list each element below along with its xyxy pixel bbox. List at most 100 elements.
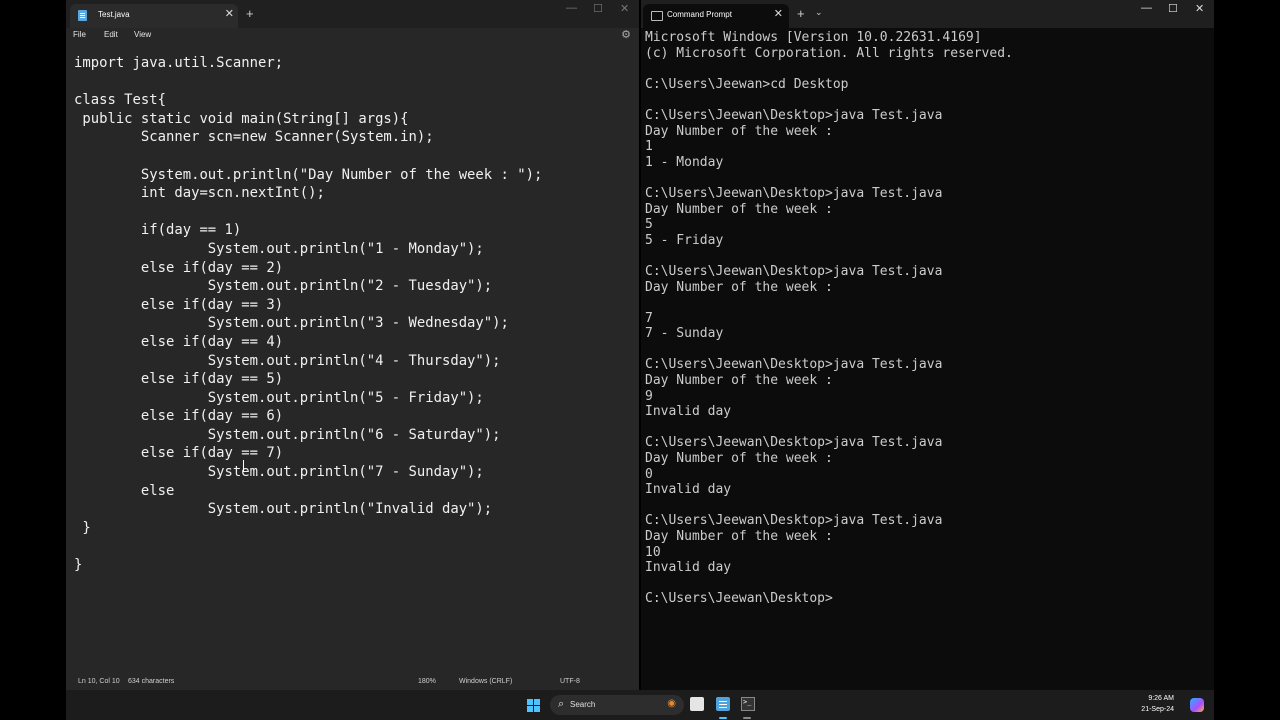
notepad-statusbar: Ln 10, Col 10 634 characters 180% Window… [66, 674, 639, 690]
encoding[interactable]: UTF-8 [560, 678, 580, 685]
close-tab-icon[interactable]: ✕ [225, 7, 234, 20]
code-line: else if(day == 2) [74, 259, 284, 276]
clock-date[interactable]: 21-Sep-24 [1132, 706, 1174, 713]
notepad-tab[interactable]: Test.java ✕ [70, 4, 238, 28]
running-indicator [743, 717, 751, 719]
search-label: Search [570, 700, 596, 709]
code-line: else if(day == 7) [74, 445, 284, 462]
copilot-icon[interactable] [1190, 698, 1204, 712]
code-line: else if(day == 5) [74, 371, 284, 388]
terminal-line: 1 - Monday [645, 154, 724, 170]
active-indicator [719, 717, 727, 719]
terminal-line: C:\Users\Jeewan\Desktop>java Test.java [645, 513, 943, 529]
code-line: System.out.println("3 - Wednesday"); [74, 315, 509, 332]
terminal-window: Command Prompt ✕ + ⌄ — ☐ ✕ Microsoft Win… [641, 0, 1214, 690]
minimize-button[interactable]: — [1141, 2, 1152, 14]
search-highlight-icon: ◉ [667, 698, 676, 709]
terminal-line: C:\Users\Jeewan\Desktop>java Test.java [645, 185, 943, 201]
notepad-window: Test.java ✕ + — ☐ ✕ File Edit View ⚙ imp… [66, 0, 639, 690]
code-line: System.out.println("7 - Sunday"); [74, 464, 484, 481]
code-line: System.out.println("6 - Saturday"); [74, 426, 501, 443]
terminal-line: C:\Users\Jeewan\Desktop>java Test.java [645, 435, 943, 451]
code-line: System.out.println("Invalid day"); [74, 501, 493, 518]
terminal-line: C:\Users\Jeewan\Desktop>java Test.java [645, 263, 943, 279]
code-line: public static void main(String[] args){ [74, 110, 409, 127]
terminal-line: Day Number of the week : [645, 279, 833, 295]
code-line: System.out.println("4 - Thursday"); [74, 352, 501, 369]
windows-start-icon[interactable] [527, 699, 540, 712]
close-window-button[interactable]: ✕ [620, 2, 629, 15]
file-explorer-icon[interactable] [690, 697, 704, 711]
terminal-line: C:\Users\Jeewan\Desktop>java Test.java [645, 357, 943, 373]
terminal-tab-title: Command Prompt [667, 10, 732, 19]
code-line: import java.util.Scanner; [74, 55, 284, 71]
notepad-icon [78, 10, 87, 21]
menu-view[interactable]: View [134, 30, 151, 39]
terminal-line: C:\Users\Jeewan\Desktop> [645, 591, 833, 607]
terminal-icon [651, 11, 663, 21]
terminal-line: 10 [645, 544, 661, 560]
terminal-line: 5 - Friday [645, 232, 724, 248]
code-line: else if(day == 4) [74, 333, 284, 350]
menu-edit[interactable]: Edit [104, 30, 118, 39]
terminal-line: Invalid day [645, 482, 732, 498]
terminal-line: Microsoft Windows [Version 10.0.22631.41… [645, 30, 982, 45]
taskbar-search-box[interactable]: ⌕ Search ◉ [550, 695, 684, 715]
close-window-button[interactable]: ✕ [1195, 2, 1204, 15]
terminal-line: 5 [645, 217, 653, 233]
terminal-output[interactable]: Microsoft Windows [Version 10.0.22631.41… [645, 30, 1013, 607]
maximize-button[interactable]: ☐ [1168, 2, 1178, 15]
notepad-titlebar: Test.java ✕ + — ☐ ✕ [66, 0, 639, 28]
text-cursor-pointer [243, 460, 244, 472]
terminal-line: C:\Users\Jeewan\Desktop>java Test.java [645, 107, 943, 123]
code-line: Scanner scn=new Scanner(System.in); [74, 129, 434, 146]
new-tab-button[interactable]: + [797, 6, 805, 21]
notepad-tab-title: Test.java [98, 10, 130, 19]
code-line: System.out.println("2 - Tuesday"); [74, 278, 493, 295]
minimize-button[interactable]: — [566, 2, 577, 14]
code-line: System.out.println("5 - Friday"); [74, 389, 484, 406]
notepad-menubar: File Edit View ⚙ [66, 28, 639, 44]
code-line: if(day == 1) [74, 222, 242, 239]
notepad-taskbar-icon[interactable] [716, 697, 730, 711]
code-line: else if(day == 6) [74, 408, 284, 425]
menu-file[interactable]: File [73, 30, 86, 39]
maximize-button[interactable]: ☐ [593, 2, 603, 15]
terminal-line: C:\Users\Jeewan>cd Desktop [645, 76, 849, 92]
clock-time[interactable]: 9:26 AM [1136, 695, 1174, 702]
line-ending[interactable]: Windows (CRLF) [459, 678, 512, 685]
terminal-line: 7 - Sunday [645, 326, 724, 342]
code-line: class Test{ [74, 92, 166, 109]
code-line: System.out.println("1 - Monday"); [74, 240, 484, 257]
terminal-line: 0 [645, 466, 653, 482]
code-editor[interactable]: import java.util.Scanner; class Test{ pu… [74, 54, 542, 575]
code-line: System.out.println("Day Number of the we… [74, 166, 543, 183]
terminal-taskbar-icon[interactable] [741, 697, 755, 711]
close-tab-icon[interactable]: ✕ [774, 7, 783, 20]
code-line: int day=scn.nextInt(); [74, 185, 325, 202]
terminal-line: 7 [645, 310, 653, 326]
terminal-titlebar: Command Prompt ✕ + ⌄ — ☐ ✕ [641, 0, 1214, 28]
terminal-line: (c) Microsoft Corporation. All rights re… [645, 45, 1013, 61]
terminal-line: Day Number of the week : [645, 123, 833, 139]
code-line: else if(day == 3) [74, 296, 284, 313]
zoom-level[interactable]: 180% [418, 678, 436, 685]
terminal-tab[interactable]: Command Prompt ✕ [643, 4, 789, 28]
chevron-down-icon[interactable]: ⌄ [815, 7, 823, 18]
search-icon: ⌕ [558, 698, 565, 710]
terminal-line: Day Number of the week : [645, 451, 833, 467]
gear-icon[interactable]: ⚙ [621, 28, 631, 41]
new-tab-button[interactable]: + [246, 6, 254, 21]
terminal-line: 9 [645, 388, 653, 404]
code-line: else [74, 482, 175, 499]
